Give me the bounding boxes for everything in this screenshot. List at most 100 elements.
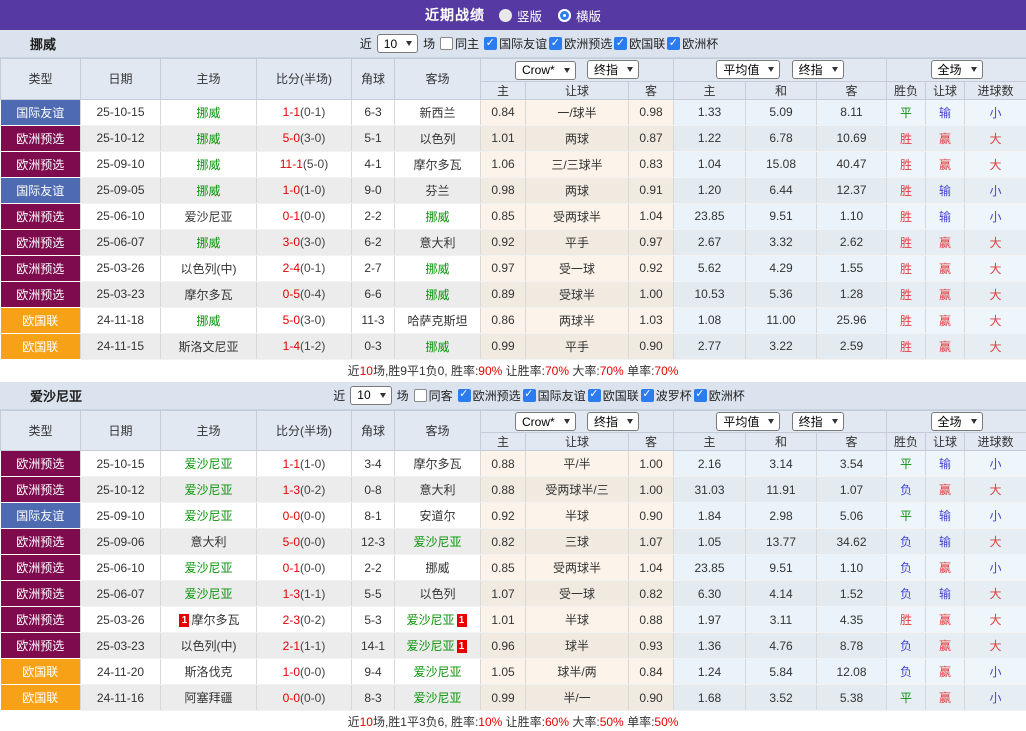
home-team-name[interactable]: 挪威 xyxy=(196,106,220,120)
full-time-score[interactable]: 0-1 xyxy=(283,209,300,223)
same-venue-checkbox[interactable] xyxy=(413,388,427,402)
full-time-score[interactable]: 1-4 xyxy=(283,339,300,353)
away-team-name[interactable]: 摩尔多瓦 xyxy=(413,457,461,471)
full-time-score[interactable]: 0-1 xyxy=(283,561,300,575)
avg-type-select[interactable]: 平均值 xyxy=(716,60,781,80)
match-count-select[interactable]: 10 xyxy=(376,34,419,53)
away-team-name[interactable]: 新西兰 xyxy=(419,106,455,120)
competition-filter[interactable]: 国际友谊 xyxy=(484,35,547,52)
away-team-name[interactable]: 意大利 xyxy=(419,236,455,250)
away-team-name[interactable]: 挪威 xyxy=(425,288,449,302)
competition-filter[interactable]: 欧洲预选 xyxy=(549,35,612,52)
summary-part: 50% xyxy=(654,715,679,729)
full-time-score[interactable]: 0-5 xyxy=(283,287,300,301)
home-team-name[interactable]: 爱沙尼亚 xyxy=(184,561,232,575)
full-time-score[interactable]: 1-0 xyxy=(283,665,300,679)
competition-filter[interactable]: 国际友谊 xyxy=(522,387,586,404)
away-team-name[interactable]: 爱沙尼亚 xyxy=(406,639,454,653)
home-team-name[interactable]: 挪威 xyxy=(196,132,220,146)
competition-filter[interactable]: 欧洲杯 xyxy=(693,387,745,404)
scope-select[interactable]: 全场 xyxy=(930,60,983,80)
radio-unselected-icon[interactable] xyxy=(558,8,571,22)
full-time-score[interactable]: 1-0 xyxy=(283,183,300,197)
home-team-name[interactable]: 摩尔多瓦 xyxy=(184,288,232,302)
same-venue-filter[interactable]: 同客 xyxy=(413,387,453,404)
layout-radio[interactable]: 横版 xyxy=(558,6,601,25)
full-time-score[interactable]: 1-1 xyxy=(283,105,300,119)
away-team-name[interactable]: 爱沙尼亚 xyxy=(413,665,461,679)
full-time-score[interactable]: 2-3 xyxy=(283,613,300,627)
full-time-score[interactable]: 5-0 xyxy=(283,131,300,145)
odds-source-select[interactable]: Crow* xyxy=(514,412,576,431)
home-team-name[interactable]: 挪威 xyxy=(196,236,220,250)
scope-select[interactable]: 全场 xyxy=(930,411,983,431)
away-team-name[interactable]: 哈萨克斯坦 xyxy=(407,314,467,328)
home-team-name[interactable]: 阿塞拜疆 xyxy=(184,691,232,705)
checkbox-checked-icon[interactable] xyxy=(522,387,536,402)
competition-filter[interactable]: 欧国联 xyxy=(587,387,639,404)
checkbox-checked-icon[interactable] xyxy=(640,387,654,402)
checkbox-checked-icon[interactable] xyxy=(484,36,498,50)
home-team-name[interactable]: 以色列(中) xyxy=(181,262,237,276)
checkbox-checked-icon[interactable] xyxy=(587,387,601,402)
full-time-score[interactable]: 3-0 xyxy=(283,235,300,249)
radio-selected-icon[interactable] xyxy=(498,8,512,22)
home-team-name[interactable]: 挪威 xyxy=(196,314,220,328)
away-team-name[interactable]: 摩尔多瓦 xyxy=(413,158,461,172)
home-team-name[interactable]: 爱沙尼亚 xyxy=(184,210,232,224)
home-team-name[interactable]: 斯洛文尼亚 xyxy=(178,340,238,354)
checkbox-checked-icon[interactable] xyxy=(667,36,681,50)
layout-radio[interactable]: 竖版 xyxy=(498,6,542,25)
home-team-name[interactable]: 挪威 xyxy=(196,158,220,172)
away-team-name[interactable]: 挪威 xyxy=(425,262,449,276)
avg-final-select[interactable]: 终指 xyxy=(791,411,844,431)
away-team-name[interactable]: 爱沙尼亚 xyxy=(413,691,461,705)
home-team-name[interactable]: 爱沙尼亚 xyxy=(184,509,232,523)
match-count-select[interactable]: 10 xyxy=(350,385,392,405)
away-team-name[interactable]: 芬兰 xyxy=(425,184,449,198)
home-team-name[interactable]: 爱沙尼亚 xyxy=(184,587,232,601)
competition-filter[interactable]: 欧洲杯 xyxy=(667,35,718,52)
away-team-name[interactable]: 挪威 xyxy=(425,210,449,224)
full-time-score[interactable]: 1-3 xyxy=(283,483,300,497)
full-time-score[interactable]: 5-0 xyxy=(283,313,300,327)
full-time-score[interactable]: 1-3 xyxy=(283,587,300,601)
full-time-score[interactable]: 1-1 xyxy=(283,457,300,471)
checkbox-checked-icon[interactable] xyxy=(457,387,471,402)
home-team-name[interactable]: 挪威 xyxy=(196,184,220,198)
home-team-name[interactable]: 爱沙尼亚 xyxy=(184,457,232,471)
home-team-name[interactable]: 摩尔多瓦 xyxy=(191,613,239,627)
odds-source-select[interactable]: Crow* xyxy=(514,60,576,80)
same-venue-filter[interactable]: 同主 xyxy=(440,35,479,52)
away-team-name[interactable]: 爱沙尼亚 xyxy=(406,613,454,627)
away-team-name[interactable]: 安道尔 xyxy=(419,509,455,523)
checkbox-checked-icon[interactable] xyxy=(693,387,707,402)
half-time-score: (0-0) xyxy=(300,690,326,705)
away-team-name[interactable]: 挪威 xyxy=(425,561,449,575)
home-team-name[interactable]: 斯洛伐克 xyxy=(184,665,232,679)
full-time-score[interactable]: 0-0 xyxy=(283,691,300,705)
away-team-name[interactable]: 以色列 xyxy=(419,587,455,601)
odds-final-select[interactable]: 终指 xyxy=(587,411,640,431)
full-time-score[interactable]: 5-0 xyxy=(283,535,300,549)
competition-filter[interactable]: 欧国联 xyxy=(614,35,665,52)
checkbox-checked-icon[interactable] xyxy=(549,36,563,50)
full-time-score[interactable]: 11-1 xyxy=(280,157,303,171)
odds-final-select[interactable]: 终指 xyxy=(587,60,640,79)
full-time-score[interactable]: 2-4 xyxy=(283,261,300,275)
away-team-name[interactable]: 爱沙尼亚 xyxy=(413,535,461,549)
avg-final-select[interactable]: 终指 xyxy=(791,60,844,80)
away-team-name[interactable]: 以色列 xyxy=(419,132,455,146)
competition-filter[interactable]: 波罗杯 xyxy=(640,387,692,404)
same-venue-checkbox[interactable] xyxy=(440,37,454,50)
away-team-name[interactable]: 挪威 xyxy=(425,340,449,354)
full-time-score[interactable]: 0-0 xyxy=(283,509,300,523)
avg-type-select[interactable]: 平均值 xyxy=(716,411,781,431)
away-team-name[interactable]: 意大利 xyxy=(419,483,455,497)
home-team-name[interactable]: 以色列(中) xyxy=(181,639,237,653)
full-time-score[interactable]: 2-1 xyxy=(283,639,300,653)
home-team-name[interactable]: 爱沙尼亚 xyxy=(184,483,232,497)
checkbox-checked-icon[interactable] xyxy=(614,36,628,50)
competition-filter[interactable]: 欧洲预选 xyxy=(457,387,521,404)
home-team-name[interactable]: 意大利 xyxy=(190,535,226,549)
